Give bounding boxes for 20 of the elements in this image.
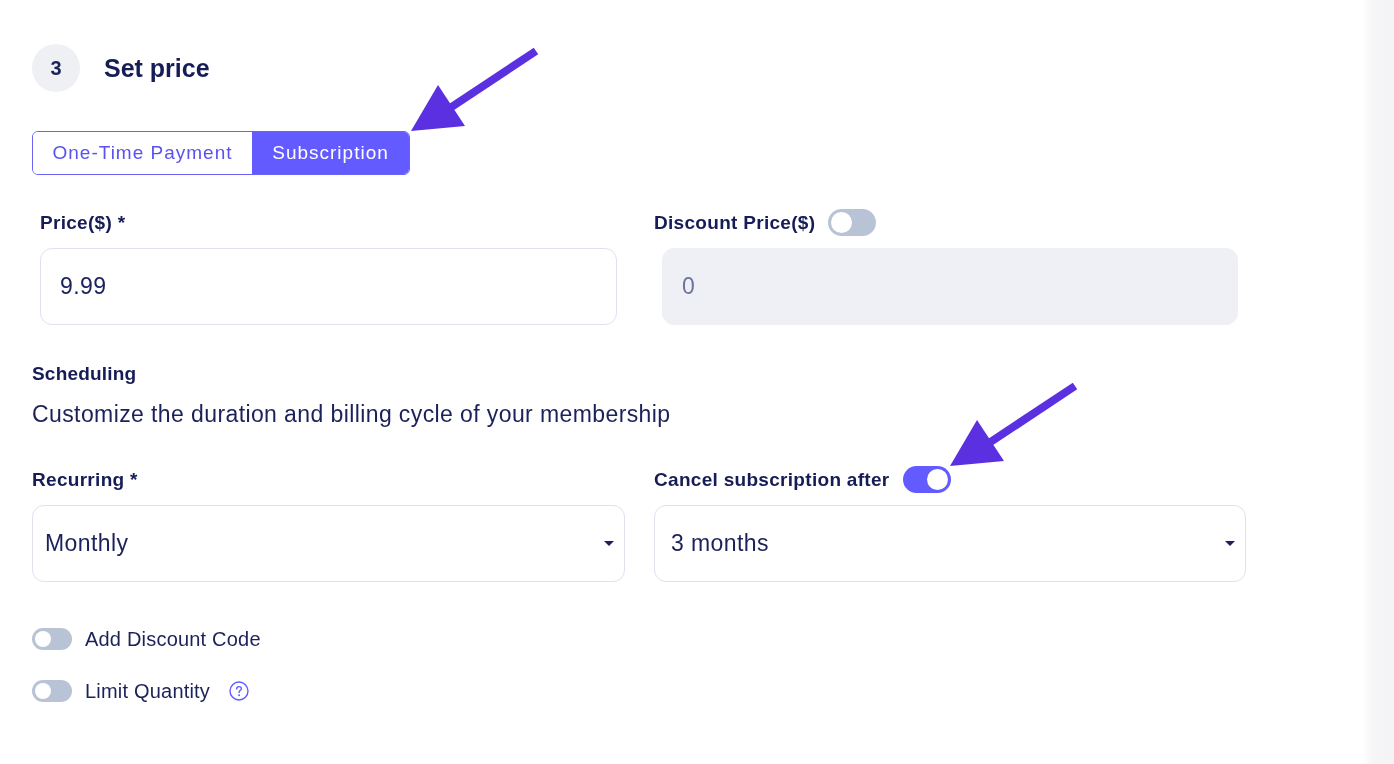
field-label: Cancel subscription after: [654, 468, 890, 491]
toggle-switch[interactable]: [32, 628, 72, 650]
toggle-switch[interactable]: [902, 466, 951, 493]
cancel-after-dropdown[interactable]: 3 months: [654, 505, 1246, 582]
caret-icon: [604, 541, 614, 546]
field-label: Price($) *: [40, 211, 126, 234]
recurring-dropdown[interactable]: Monthly: [32, 505, 625, 582]
field-label: Discount Price($): [654, 211, 816, 234]
description-text: Customize the duration and billing cycle of your membership: [32, 401, 671, 427]
step-number-badge: 3: [32, 44, 80, 92]
option-label: Add Discount Code: [85, 627, 261, 651]
toggle-switch[interactable]: [32, 680, 72, 702]
payment-type-tab[interactable]: Subscription: [252, 132, 409, 174]
field-label: Recurring *: [32, 468, 138, 491]
section-title: Set price: [104, 53, 210, 83]
section-label: Scheduling: [32, 363, 137, 385]
option-label: Limit Quantity: [85, 679, 211, 703]
caret-icon: [1225, 541, 1235, 546]
price-input[interactable]: 9.99: [40, 248, 617, 325]
toggle-switch[interactable]: [828, 209, 877, 236]
